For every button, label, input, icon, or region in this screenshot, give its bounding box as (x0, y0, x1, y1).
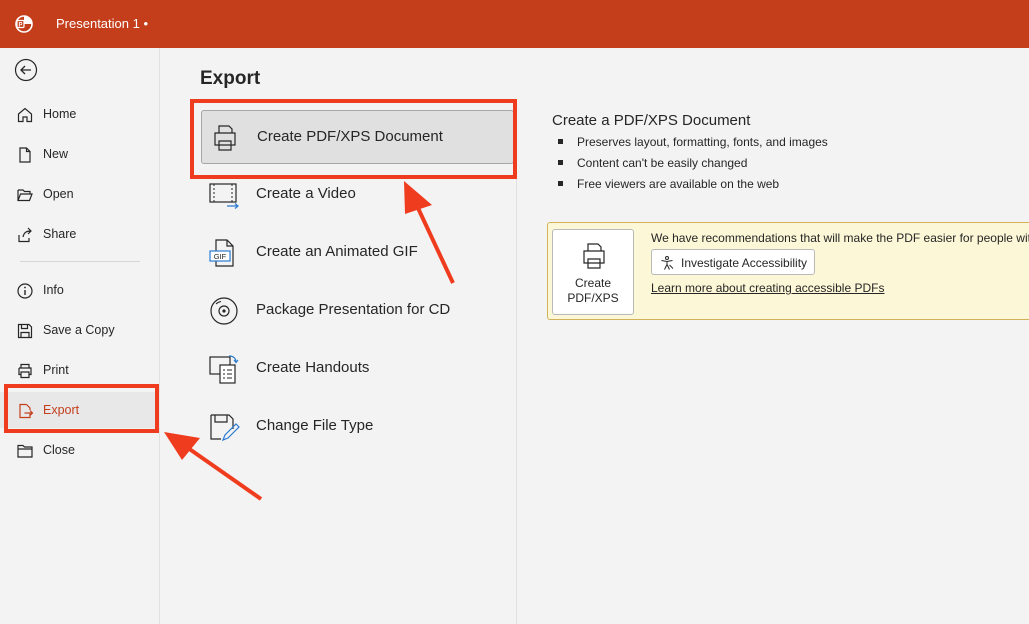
backstage-nav: Home New Open Share Info Save a Copy Pri… (0, 48, 160, 624)
export-option-label: Create Handouts (256, 359, 370, 376)
nav-item-print[interactable]: Print (0, 352, 160, 388)
pdf-printer-icon (583, 243, 605, 269)
nav-label-save-a-copy: Save a Copy (43, 323, 115, 337)
back-arrow-icon[interactable] (14, 58, 38, 82)
export-option-change-file-type[interactable]: Change File Type (201, 400, 514, 454)
nav-item-share[interactable]: Share (0, 216, 160, 252)
nav-label-info: Info (43, 283, 64, 297)
printer-icon (18, 363, 32, 379)
new-document-icon (19, 147, 31, 163)
save-icon (17, 323, 33, 339)
feature-item: Preserves layout, formatting, fonts, and… (556, 134, 828, 155)
nav-item-home[interactable]: Home (0, 96, 160, 132)
feature-item: Content can't be easily changed (556, 155, 828, 176)
nav-item-open[interactable]: Open (0, 176, 160, 212)
page-title: Export (200, 68, 261, 89)
feature-item: Free viewers are available on the web (556, 176, 828, 197)
share-icon (18, 227, 32, 243)
export-option-label: Change File Type (256, 417, 374, 434)
svg-text:GIF: GIF (214, 252, 227, 261)
nav-label-export: Export (43, 403, 80, 417)
handouts-icon (209, 355, 239, 384)
title-bar: P Presentation 1 • (0, 0, 1029, 48)
create-button-line1: Create (574, 276, 612, 290)
export-option-create-video[interactable]: Create a Video (201, 168, 514, 222)
pane-divider (516, 100, 517, 624)
export-option-label: Create an Animated GIF (256, 243, 418, 260)
create-button-label: Create PDF/XPS (553, 276, 633, 306)
investigate-accessibility-button[interactable]: Investigate Accessibility (651, 249, 815, 275)
export-option-create-pdf-xps[interactable]: Create PDF/XPS Document (201, 110, 514, 164)
recommendation-text: We have recommendations that will make t… (651, 231, 1029, 245)
export-option-create-gif[interactable]: GIF Create an Animated GIF (201, 226, 514, 280)
nav-item-close[interactable]: Close (0, 432, 160, 468)
detail-title: Create a PDF/XPS Document (552, 112, 751, 129)
export-option-label: Package Presentation for CD (256, 301, 451, 318)
home-icon (17, 107, 33, 123)
change-file-type-icon (210, 414, 240, 442)
export-option-package-cd[interactable]: Package Presentation for CD (201, 284, 514, 338)
close-folder-icon (17, 444, 33, 458)
create-button-line2: PDF/XPS (567, 291, 619, 305)
document-title[interactable]: Presentation 1 • (56, 16, 148, 31)
export-icon (19, 403, 34, 419)
nav-item-new[interactable]: New (0, 136, 160, 172)
folder-open-icon (17, 189, 33, 202)
learn-more-link[interactable]: Learn more about creating accessible PDF… (651, 281, 884, 295)
svg-text:P: P (18, 22, 22, 28)
create-pdf-xps-button[interactable]: Create PDF/XPS (552, 229, 634, 315)
pdf-printer-icon (214, 125, 236, 151)
video-icon (209, 183, 239, 209)
info-icon (17, 283, 33, 299)
cd-icon (210, 297, 238, 325)
nav-item-export[interactable]: Export (0, 392, 160, 428)
powerpoint-logo-icon: P (15, 15, 33, 33)
export-option-label: Create PDF/XPS Document (257, 128, 443, 145)
nav-item-save-a-copy[interactable]: Save a Copy (0, 312, 160, 348)
investigate-label: Investigate Accessibility (681, 256, 808, 270)
nav-divider (20, 261, 140, 262)
accessibility-icon (661, 256, 674, 270)
nav-label-close: Close (43, 443, 75, 457)
nav-item-info[interactable]: Info (0, 272, 160, 308)
nav-label-print: Print (43, 363, 69, 377)
nav-label-open: Open (43, 187, 74, 201)
nav-label-new: New (43, 147, 69, 161)
nav-label-home: Home (43, 107, 77, 121)
export-option-label: Create a Video (256, 185, 356, 202)
export-option-create-handouts[interactable]: Create Handouts (201, 342, 514, 396)
nav-label-share: Share (43, 227, 77, 241)
gif-icon: GIF (209, 239, 234, 267)
feature-list: Preserves layout, formatting, fonts, and… (556, 134, 828, 197)
